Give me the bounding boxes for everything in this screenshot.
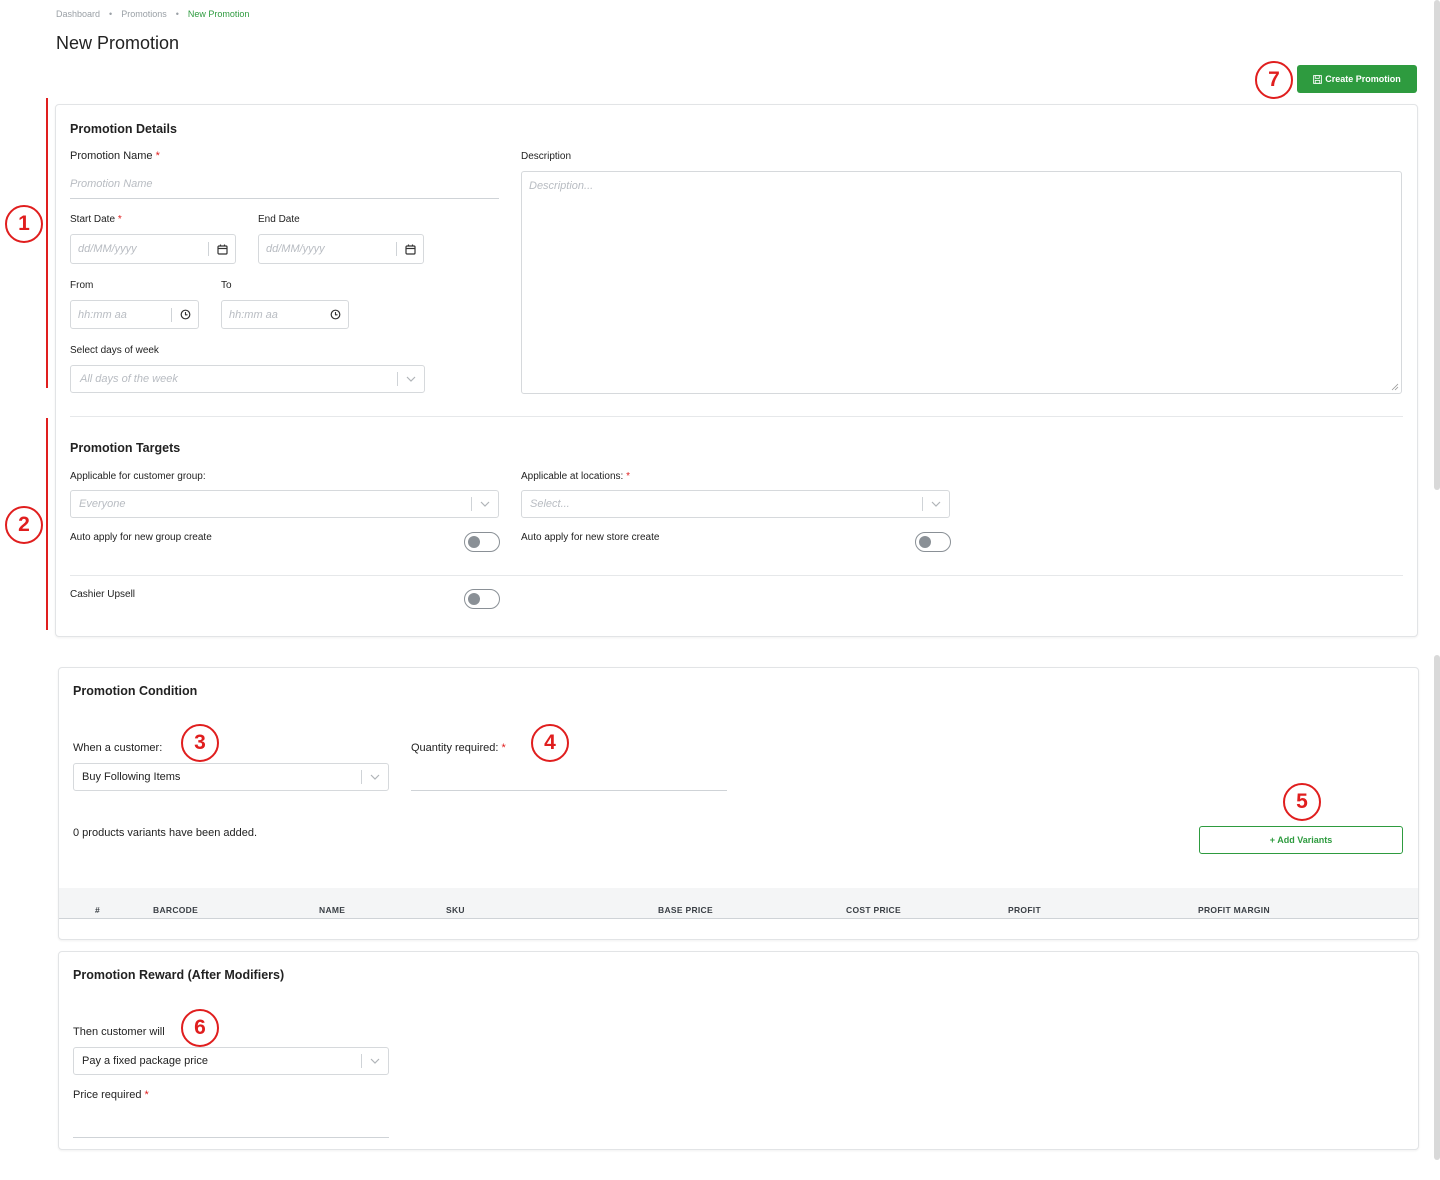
chevron-down-icon[interactable] (362, 1058, 388, 1064)
days-of-week-select[interactable]: All days of the week (70, 365, 425, 393)
days-of-week-placeholder: All days of the week (80, 373, 178, 385)
section-divider (70, 416, 1403, 417)
breadcrumb-separator: • (109, 9, 113, 19)
price-required-label: Price required * (73, 1089, 149, 1101)
variants-summary: 0 products variants have been added. (73, 827, 258, 839)
end-date-placeholder: dd/MM/yyyy (266, 243, 325, 255)
promotion-name-input[interactable]: Promotion Name (70, 172, 499, 199)
to-time-input[interactable]: hh:mm aa (221, 300, 349, 329)
from-time-input[interactable]: hh:mm aa (70, 300, 199, 329)
chevron-down-icon[interactable] (472, 501, 498, 507)
column-header-profit[interactable]: PROFIT (1008, 905, 1041, 915)
customer-group-label: Applicable for customer group: (70, 471, 206, 482)
then-customer-select[interactable]: Pay a fixed package price (73, 1047, 389, 1075)
chevron-down-icon[interactable] (398, 376, 424, 382)
breadcrumb-dashboard[interactable]: Dashboard (56, 9, 100, 19)
customer-group-placeholder: Everyone (79, 498, 126, 510)
end-date-input[interactable]: dd/MM/yyyy (258, 234, 424, 264)
description-label: Description (521, 151, 572, 162)
chevron-down-icon[interactable] (362, 774, 388, 780)
locations-placeholder: Select... (530, 498, 570, 510)
description-placeholder: Description... (529, 180, 594, 192)
column-header-index: # (95, 905, 101, 915)
scrollbar-top[interactable] (1434, 0, 1440, 490)
to-time-placeholder: hh:mm aa (229, 308, 278, 321)
breadcrumb: Dashboard • Promotions • New Promotion (56, 9, 249, 19)
column-header-name[interactable]: NAME (319, 905, 345, 915)
column-header-sku[interactable]: SKU (446, 905, 465, 915)
quantity-required-label: Quantity required: * (411, 742, 506, 754)
toggle-knob (468, 592, 480, 605)
annotation-line-2 (46, 418, 48, 630)
column-header-barcode[interactable]: BARCODE (153, 905, 198, 915)
start-date-placeholder: dd/MM/yyyy (78, 243, 137, 255)
days-of-week-label: Select days of week (70, 345, 159, 356)
when-customer-label: When a customer: (73, 742, 163, 754)
customer-group-select[interactable]: Everyone (70, 490, 499, 518)
annotation-marker-5: 5 (1283, 783, 1321, 821)
annotation-line-1 (46, 98, 48, 388)
scrollbar-bottom[interactable] (1434, 655, 1440, 1160)
column-header-profit-margin[interactable]: PROFIT MARGIN (1198, 905, 1270, 915)
toggle-knob (468, 535, 480, 548)
resize-handle-icon[interactable] (1391, 383, 1399, 391)
then-customer-value: Pay a fixed package price (82, 1055, 208, 1067)
create-promotion-button[interactable]: Create Promotion (1297, 65, 1417, 93)
annotation-marker-3: 3 (181, 724, 219, 762)
quantity-required-input[interactable] (411, 765, 727, 791)
to-time-label: To (221, 280, 232, 291)
promotion-name-label: Promotion Name * (70, 150, 160, 162)
cashier-upsell-toggle[interactable] (464, 589, 500, 609)
description-textarea[interactable]: Description... (521, 171, 1402, 394)
cashier-upsell-label: Cashier Upsell (70, 589, 136, 600)
annotation-marker-6: 6 (181, 1009, 219, 1047)
auto-apply-group-label: Auto apply for new group create (70, 532, 212, 543)
save-icon (1313, 74, 1323, 84)
column-header-base-price[interactable]: BASE PRICE (658, 905, 713, 915)
end-date-label: End Date (258, 214, 300, 225)
locations-label: Applicable at locations: * (521, 471, 630, 482)
section-divider (70, 575, 1403, 576)
annotation-marker-2: 2 (5, 506, 43, 544)
breadcrumb-promotions[interactable]: Promotions (121, 9, 167, 19)
price-required-input[interactable] (73, 1112, 389, 1138)
breadcrumb-separator: • (175, 9, 179, 19)
auto-apply-store-label: Auto apply for new store create (521, 532, 660, 543)
from-time-label: From (70, 280, 94, 291)
column-header-cost-price[interactable]: COST PRICE (846, 905, 901, 915)
chevron-down-icon[interactable] (923, 501, 949, 507)
when-customer-select[interactable]: Buy Following Items (73, 763, 389, 791)
promotion-name-placeholder: Promotion Name (70, 178, 153, 190)
annotation-marker-1: 1 (5, 205, 43, 243)
clock-icon[interactable] (322, 309, 348, 320)
promotion-reward-heading: Promotion Reward (After Modifiers) (73, 968, 285, 982)
calendar-icon[interactable] (209, 244, 235, 255)
toggle-knob (919, 535, 931, 548)
page-title: New Promotion (56, 33, 180, 53)
auto-apply-store-toggle[interactable] (915, 532, 951, 552)
from-time-placeholder: hh:mm aa (78, 308, 127, 321)
breadcrumb-current: New Promotion (187, 9, 250, 19)
promotion-details-heading: Promotion Details (70, 122, 177, 136)
start-date-input[interactable]: dd/MM/yyyy (70, 234, 236, 264)
then-customer-label: Then customer will (73, 1026, 165, 1038)
locations-select[interactable]: Select... (521, 490, 950, 518)
calendar-icon[interactable] (397, 244, 423, 255)
start-date-label: Start Date * (70, 214, 122, 225)
create-promotion-label: Create Promotion (1325, 74, 1401, 84)
clock-icon[interactable] (172, 309, 198, 320)
when-customer-value: Buy Following Items (82, 771, 181, 783)
add-variants-button[interactable]: + Add Variants (1199, 826, 1403, 854)
promotion-condition-heading: Promotion Condition (73, 684, 198, 698)
auto-apply-group-toggle[interactable] (464, 532, 500, 552)
annotation-marker-7: 7 (1255, 61, 1293, 99)
annotation-marker-4: 4 (531, 724, 569, 762)
promotion-targets-heading: Promotion Targets (70, 441, 181, 455)
